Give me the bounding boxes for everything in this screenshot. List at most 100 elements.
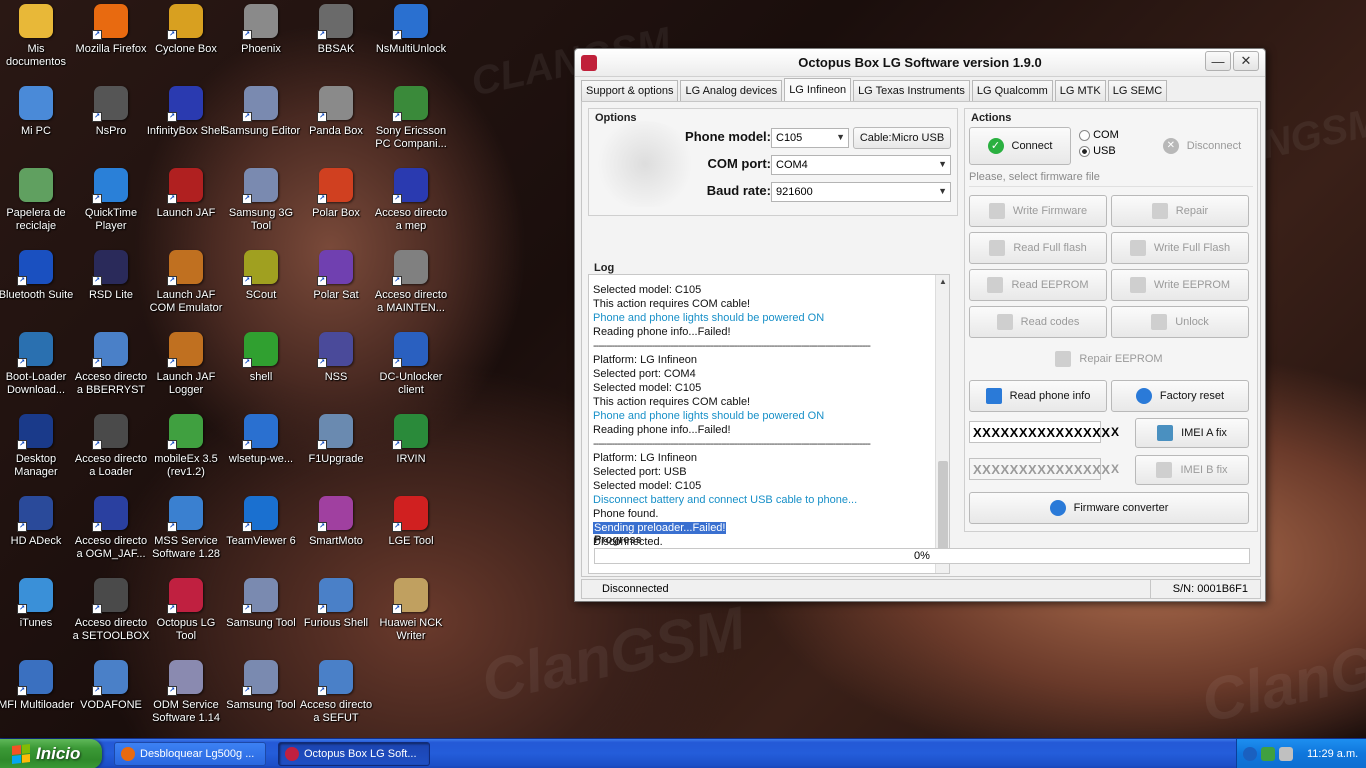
desktop-icon[interactable]: ↗ wlsetup-we... <box>223 412 299 492</box>
tab-lg-infineon[interactable]: LG Infineon <box>784 78 852 101</box>
firmware-converter-button[interactable]: Firmware converter <box>969 492 1249 524</box>
desktop-icon[interactable]: ↗ Acceso directo a MAINTEN... <box>373 248 449 328</box>
desktop-icon[interactable]: ↗ Acceso directo a Loader <box>73 412 149 492</box>
desktop-icon[interactable]: ↗ Samsung 3G Tool <box>223 166 299 246</box>
write-full-flash-button[interactable]: Write Full Flash <box>1111 232 1249 264</box>
read-full-flash-button[interactable]: Read Full flash <box>969 232 1107 264</box>
desktop-icon[interactable]: ↗ mobileEx 3.5 (rev1.2) <box>148 412 224 492</box>
desktop-icon[interactable]: ↗ F1Upgrade <box>298 412 374 492</box>
desktop-icon[interactable]: Papelera de reciclaje <box>0 166 74 246</box>
unlock-button[interactable]: Unlock <box>1111 306 1249 338</box>
desktop-icon[interactable]: ↗ QuickTime Player <box>73 166 149 246</box>
desktop-icon[interactable]: ↗ VODAFONE <box>73 658 149 738</box>
write-eeprom-button[interactable]: Write EEPROM <box>1111 269 1249 301</box>
imei-b-input[interactable]: XXXXXXXXXXXXXXX <box>969 458 1110 480</box>
network-tray-icon[interactable] <box>1261 747 1275 761</box>
desktop-icon[interactable]: ↗ Mozilla Firefox <box>73 2 149 82</box>
tab-lg-qualcomm[interactable]: LG Qualcomm <box>971 80 1053 101</box>
radio-usb[interactable]: USB <box>1079 145 1116 157</box>
disconnect-button[interactable]: ✕ Disconnect <box>1151 127 1253 165</box>
tab-support-options[interactable]: Support & options <box>581 80 679 101</box>
tab-lg-mtk[interactable]: LG MTK <box>1054 80 1106 101</box>
desktop-icon[interactable]: ↗ MFI Multiloader <box>0 658 74 738</box>
desktop-icon[interactable]: ↗ Acceso directo a OGM_JAF... <box>73 494 149 574</box>
desktop-icon[interactable]: ↗ Octopus LG Tool <box>148 576 224 656</box>
desktop-icon[interactable]: ↗ TeamViewer 6 <box>223 494 299 574</box>
desktop-icon[interactable]: ↗ InfinityBox Shell <box>147 84 225 164</box>
desktop-icon[interactable]: ↗ Huawei NCK Writer <box>373 576 449 656</box>
desktop-icon[interactable]: ↗ Acceso directo a SETOOLBOX <box>73 576 149 656</box>
cable-button[interactable]: Cable:Micro USB <box>853 127 951 149</box>
desktop-icon[interactable]: ↗ SmartMoto <box>298 494 374 574</box>
tab-lg-texas-instruments[interactable]: LG Texas Instruments <box>853 80 970 101</box>
desktop-icon[interactable]: Mis documentos <box>0 2 74 82</box>
desktop-icon[interactable]: ↗ NSS <box>298 330 374 410</box>
factory-reset-button[interactable]: Factory reset <box>1111 380 1249 412</box>
taskbar-item[interactable]: Octopus Box LG Soft... <box>278 742 430 766</box>
imei-a-clear[interactable]: X <box>1111 425 1119 439</box>
desktop-icon[interactable]: ↗ Acceso directo a SEFUT <box>298 658 374 738</box>
desktop-icon[interactable]: ↗ Acceso directo a mep <box>373 166 449 246</box>
taskbar-item[interactable]: Desbloquear Lg500g ... <box>114 742 266 766</box>
desktop-icon[interactable]: ↗ IRVIN <box>373 412 449 492</box>
clock[interactable]: 11:29 a.m. <box>1307 748 1358 760</box>
imei-b-fix-button[interactable]: IMEI B fix <box>1135 455 1249 485</box>
desktop-icon[interactable]: ↗ SCout <box>223 248 299 328</box>
desktop-icon[interactable]: Mi PC <box>0 84 74 164</box>
write-firmware-button[interactable]: Write Firmware <box>969 195 1107 227</box>
desktop-icon[interactable]: ↗ NsMultiUnlock <box>373 2 449 82</box>
desktop-icon[interactable]: ↗ Launch JAF COM Emulator <box>148 248 224 328</box>
desktop-icon[interactable]: ↗ LGE Tool <box>373 494 449 574</box>
tab-lg-analog-devices[interactable]: LG Analog devices <box>680 80 783 101</box>
desktop-icon[interactable]: ↗ Samsung Tool <box>223 576 299 656</box>
desktop-icon[interactable]: ↗ Panda Box <box>298 84 374 164</box>
phone-model-select[interactable]: C105 ▼ <box>771 128 849 148</box>
log-output[interactable]: Selected model: C105 This action requires… <box>588 274 950 574</box>
baud-rate-select[interactable]: 921600 ▼ <box>771 182 951 202</box>
window-titlebar[interactable]: Octopus Box LG Software version 1.9.0 — … <box>575 49 1265 77</box>
desktop-icon[interactable]: ↗ BBSAK <box>298 2 374 82</box>
log-scrollbar[interactable]: ▲ ▼ <box>935 275 949 573</box>
desktop-icon[interactable]: ↗ Boot-Loader Download... <box>0 330 74 410</box>
desktop-icon[interactable]: ↗ Launch JAF <box>148 166 224 246</box>
desktop-icon[interactable]: ↗ Sony Ericsson PC Compani... <box>373 84 449 164</box>
desktop-icon[interactable]: ↗ Acceso directo a BBERRYST <box>73 330 149 410</box>
desktop-icon[interactable]: ↗ Launch JAF Logger <box>148 330 224 410</box>
imei-a-fix-button[interactable]: IMEI A fix <box>1135 418 1249 448</box>
desktop-icon[interactable]: ↗ Polar Box <box>298 166 374 246</box>
desktop-icon[interactable]: ↗ Phoenix <box>223 2 299 82</box>
volume-tray-icon[interactable] <box>1279 747 1293 761</box>
read-codes-button[interactable]: Read codes <box>969 306 1107 338</box>
firmware-file-field[interactable]: Please, select firmware file <box>969 171 1253 187</box>
connect-button[interactable]: ✓ Connect <box>969 127 1071 165</box>
imei-b-clear[interactable]: X <box>1111 462 1119 476</box>
close-button[interactable]: ✕ <box>1233 51 1259 71</box>
desktop-icon[interactable]: ↗ Bluetooth Suite <box>0 248 74 328</box>
tab-lg-semc[interactable]: LG SEMC <box>1107 80 1168 101</box>
repair-eeprom-button[interactable]: Repair EEPROM <box>969 343 1249 375</box>
desktop-icon[interactable]: ↗ HD ADeck <box>0 494 74 574</box>
scroll-thumb[interactable] <box>938 461 948 553</box>
desktop-icon[interactable]: ↗ shell <box>223 330 299 410</box>
com-port-select[interactable]: COM4 ▼ <box>771 155 951 175</box>
repair-button[interactable]: Repair <box>1111 195 1249 227</box>
scroll-up-icon[interactable]: ▲ <box>937 277 949 291</box>
desktop-icon[interactable]: ↗ Furious Shell <box>298 576 374 656</box>
desktop-icon[interactable]: ↗ DC-Unlocker client <box>373 330 449 410</box>
desktop-icon[interactable]: ↗ Cyclone Box <box>148 2 224 82</box>
start-button[interactable]: Inicio <box>0 739 102 768</box>
desktop-icon[interactable]: ↗ ODM Service Software 1.14 <box>148 658 224 738</box>
desktop-icon[interactable]: ↗ RSD Lite <box>73 248 149 328</box>
desktop-icon[interactable]: ↗ Samsung Editor <box>222 84 300 164</box>
desktop-icon[interactable]: ↗ Desktop Manager <box>0 412 74 492</box>
bluetooth-tray-icon[interactable] <box>1243 747 1257 761</box>
desktop-icon[interactable]: ↗ Samsung Tool <box>223 658 299 738</box>
desktop-icon[interactable]: ↗ iTunes <box>0 576 74 656</box>
read-phone-info-button[interactable]: Read phone info <box>969 380 1107 412</box>
radio-com[interactable]: COM <box>1079 129 1119 141</box>
imei-a-input[interactable]: XXXXXXXXXXXXXXX <box>969 421 1110 443</box>
desktop-icon[interactable]: ↗ MSS Service Software 1.28 <box>148 494 224 574</box>
desktop-icon[interactable]: ↗ Polar Sat <box>298 248 374 328</box>
read-eeprom-button[interactable]: Read EEPROM <box>969 269 1107 301</box>
desktop-icon[interactable]: ↗ NsPro <box>73 84 149 164</box>
